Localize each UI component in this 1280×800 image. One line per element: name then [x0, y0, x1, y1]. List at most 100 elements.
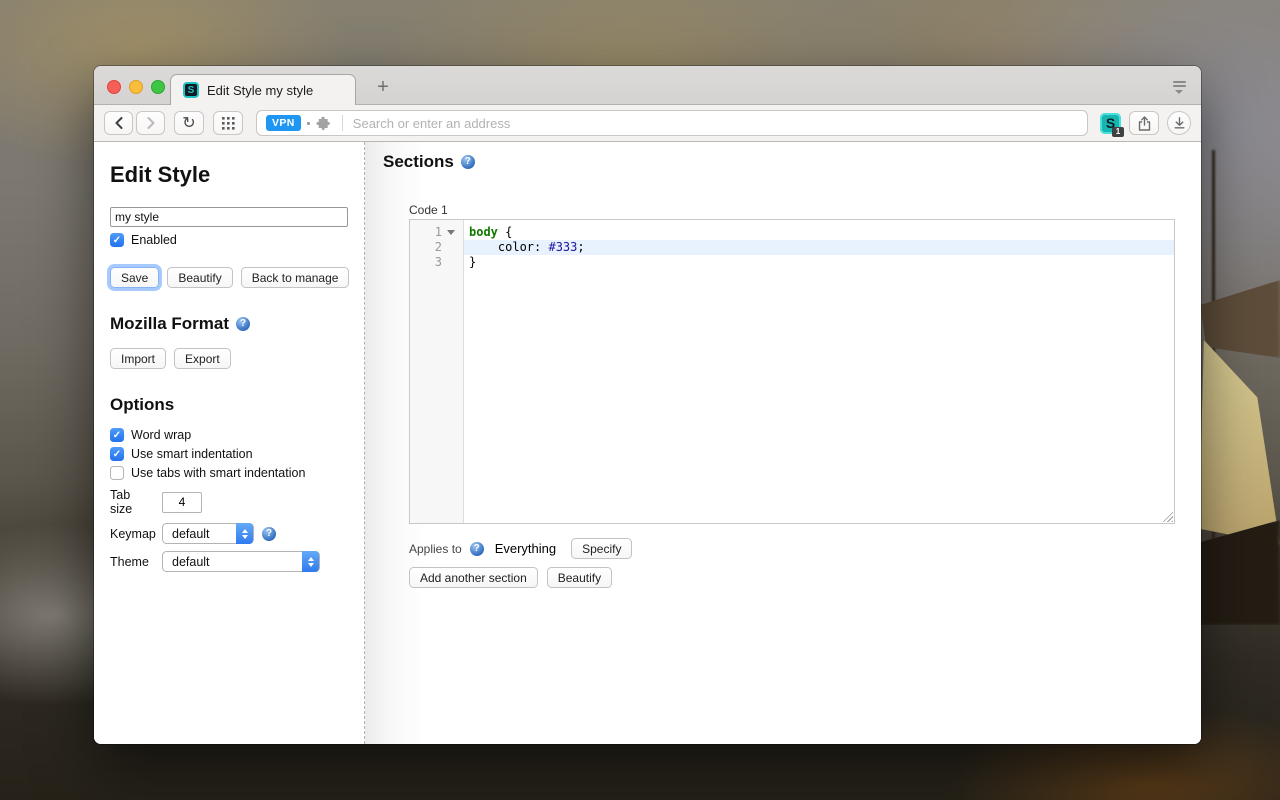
back-to-manage-button[interactable]: Back to manage	[241, 267, 350, 288]
smart-indent-checkbox[interactable]	[110, 447, 124, 461]
theme-row: Theme default	[110, 551, 364, 572]
enabled-label: Enabled	[131, 233, 177, 247]
reload-button[interactable]: ↻	[174, 111, 204, 135]
style-actions: Save Beautify Back to manage	[110, 267, 364, 288]
help-icon[interactable]: ?	[236, 317, 250, 331]
share-icon	[1138, 116, 1151, 131]
applies-to-label: Applies to	[409, 542, 462, 556]
top-sites-grid-button[interactable]	[213, 111, 243, 135]
tab-list-icon[interactable]	[1169, 78, 1189, 96]
sections-panel: Sections ? Code 1 1 2	[364, 142, 1201, 744]
keymap-value: default	[172, 527, 210, 541]
code-label: Code 1	[409, 203, 1201, 217]
tab-size-input[interactable]	[162, 492, 202, 513]
mozilla-format-heading: Mozilla Format ?	[110, 314, 364, 334]
fold-toggle-icon[interactable]	[442, 225, 460, 240]
dot-separator	[307, 122, 310, 125]
keymap-row: Keymap default ?	[110, 523, 364, 544]
smart-indent-label: Use smart indentation	[131, 447, 253, 461]
forward-button[interactable]	[136, 111, 165, 135]
stylish-extension-icon[interactable]: S 1	[1100, 113, 1121, 134]
theme-select[interactable]: default	[162, 551, 320, 572]
page-title: Edit Style	[110, 162, 364, 188]
stylish-badge-count: 1	[1112, 127, 1124, 137]
line-number: 2	[410, 240, 442, 255]
code-line: body {	[464, 225, 1174, 240]
word-wrap-checkbox[interactable]	[110, 428, 124, 442]
chevron-down-icon	[1175, 90, 1183, 94]
tab-bar: S Edit Style my style +	[94, 66, 1201, 105]
tabs-smart-indent-checkbox[interactable]	[110, 466, 124, 480]
edit-style-sidebar: Edit Style Enabled Save Beautify Back to…	[94, 142, 364, 744]
window-controls	[107, 80, 165, 94]
back-button[interactable]	[104, 111, 133, 135]
chevron-right-icon	[146, 117, 156, 129]
browser-toolbar: ↻ VPN Search or enter an address S 1	[94, 105, 1201, 142]
section-actions: Add another section Beautify	[409, 567, 1201, 588]
tab-size-row: Tab size	[110, 488, 364, 516]
theme-label: Theme	[110, 555, 154, 569]
save-button[interactable]: Save	[110, 267, 159, 288]
vpn-badge[interactable]: VPN	[266, 115, 301, 131]
address-bar[interactable]: VPN Search or enter an address	[256, 110, 1088, 136]
help-icon[interactable]: ?	[470, 542, 484, 556]
applies-to-row: Applies to ? Everything Specify	[409, 538, 1201, 559]
stylish-favicon-icon: S	[183, 82, 199, 98]
style-name-input[interactable]	[110, 207, 348, 227]
toolbar-right: S 1	[1100, 111, 1191, 135]
new-tab-button[interactable]: +	[372, 76, 394, 98]
enabled-row: Enabled	[110, 233, 364, 247]
option-row: Use tabs with smart indentation	[110, 466, 364, 480]
enabled-checkbox[interactable]	[110, 233, 124, 247]
share-button[interactable]	[1129, 111, 1159, 135]
option-row: Use smart indentation	[110, 447, 364, 461]
keymap-select[interactable]: default	[162, 523, 254, 544]
tab-title: Edit Style my style	[207, 83, 313, 98]
options-heading: Options	[110, 395, 364, 415]
puzzle-piece-icon[interactable]	[316, 115, 332, 131]
editor-gutter: 1 2 3	[410, 220, 464, 523]
style-section: Code 1 1 2 3	[409, 203, 1201, 588]
nav-buttons	[104, 111, 165, 135]
tab-list-bar	[1173, 81, 1186, 83]
add-section-button[interactable]: Add another section	[409, 567, 538, 588]
painting-ship-sail	[1199, 340, 1280, 545]
code-line: color: #333;	[464, 240, 1174, 255]
mozilla-format-title: Mozilla Format	[110, 314, 229, 334]
url-separator	[342, 115, 343, 131]
browser-tab[interactable]: S Edit Style my style	[170, 74, 356, 105]
tab-size-label: Tab size	[110, 488, 154, 516]
minimize-window-button[interactable]	[129, 80, 143, 94]
tabs-smart-indent-label: Use tabs with smart indentation	[131, 466, 305, 480]
select-stepper-icon	[236, 523, 253, 544]
import-button[interactable]: Import	[110, 348, 166, 369]
tab-list-bar	[1173, 85, 1186, 87]
css-code-editor[interactable]: 1 2 3 body {	[409, 219, 1175, 524]
mozilla-format-actions: Import Export	[110, 348, 364, 369]
download-icon	[1174, 117, 1185, 129]
sections-heading: Sections ?	[383, 152, 1201, 172]
sections-title: Sections	[383, 152, 454, 172]
section-beautify-button[interactable]: Beautify	[547, 567, 612, 588]
code-area[interactable]: body { color: #333; }	[464, 220, 1174, 523]
line-number: 1	[410, 225, 442, 240]
beautify-button[interactable]: Beautify	[167, 267, 232, 288]
help-icon[interactable]: ?	[461, 155, 475, 169]
downloads-button[interactable]	[1167, 111, 1191, 135]
line-number: 3	[410, 255, 442, 270]
help-icon[interactable]: ?	[262, 527, 276, 541]
select-stepper-icon	[302, 551, 319, 572]
grid-icon	[222, 117, 235, 130]
chevron-left-icon	[114, 117, 124, 129]
word-wrap-label: Word wrap	[131, 428, 191, 442]
specify-button[interactable]: Specify	[571, 538, 632, 559]
close-window-button[interactable]	[107, 80, 121, 94]
applies-to-value: Everything	[495, 541, 556, 556]
keymap-label: Keymap	[110, 527, 154, 541]
painting-ship-hull	[1197, 520, 1280, 625]
zoom-window-button[interactable]	[151, 80, 165, 94]
theme-value: default	[172, 555, 210, 569]
browser-window: S Edit Style my style + ↻	[94, 66, 1201, 744]
page-content: Edit Style Enabled Save Beautify Back to…	[94, 142, 1201, 744]
export-button[interactable]: Export	[174, 348, 231, 369]
